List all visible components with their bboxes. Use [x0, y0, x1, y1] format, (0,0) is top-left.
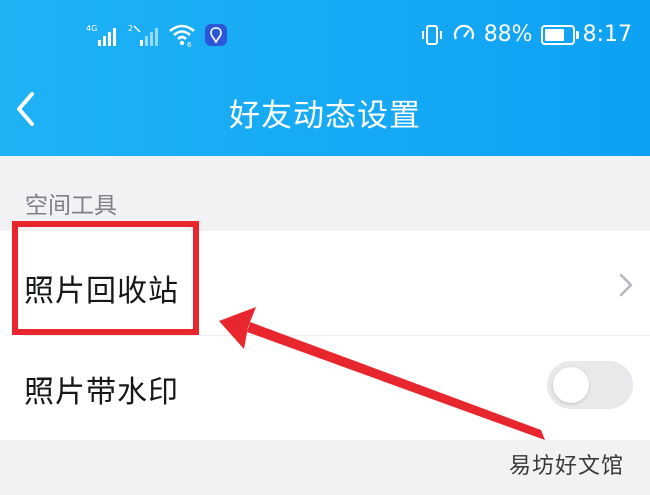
- page-title: 好友动态设置: [229, 98, 421, 134]
- nav-bar: 好友动态设置: [0, 82, 650, 138]
- app-header: 4G 2 6 88% 8:17 好友动态设置: [0, 0, 650, 156]
- signal-2-icon: 2: [128, 24, 158, 46]
- chevron-right-icon: [619, 273, 633, 297]
- signal-4g-icon: 4G: [86, 24, 116, 46]
- highlight-box: [12, 221, 199, 335]
- section-label: 空间工具: [25, 193, 117, 219]
- watermark-text: 易坊好文馆: [508, 454, 624, 479]
- svg-text:6: 6: [187, 41, 192, 47]
- vibrate-icon: [421, 24, 442, 45]
- battery-icon: [540, 24, 579, 45]
- settings-row-label: 照片带水印: [24, 375, 179, 410]
- battery-fill: [544, 28, 564, 41]
- status-bar-right: 88% 8:17: [420, 22, 632, 47]
- toggle-knob: [553, 367, 589, 403]
- status-bar: 4G 2 6 88% 8:17: [0, 18, 650, 58]
- settings-row-photo-watermark: 照片带水印: [0, 335, 650, 439]
- battery-percent: 88%: [483, 22, 533, 47]
- status-bar-left: 4G 2 6: [86, 22, 228, 48]
- battery-tip: [575, 30, 579, 39]
- watermark-toggle[interactable]: [547, 361, 633, 409]
- svg-text:2: 2: [128, 24, 133, 33]
- svg-text:4G: 4G: [86, 24, 97, 33]
- vpn-shield-icon: [205, 24, 227, 46]
- data-saver-icon: [453, 24, 474, 40]
- status-clock: 8:17: [582, 22, 632, 47]
- wifi-icon: 6: [169, 24, 195, 47]
